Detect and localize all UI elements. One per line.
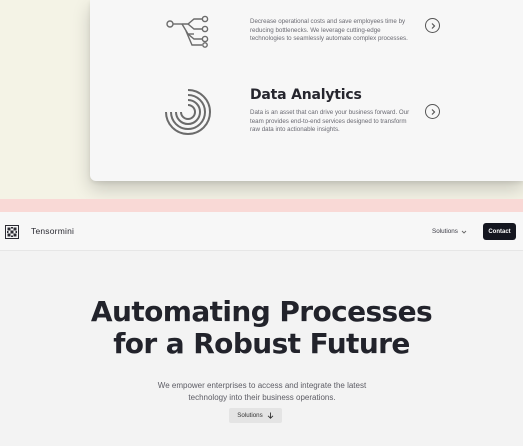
feature-arrow-button[interactable] bbox=[425, 104, 440, 119]
feature-description: Data is an asset that can drive your bus… bbox=[250, 109, 410, 134]
hero-title-line-2: for a Robust Future bbox=[113, 327, 410, 360]
feature-arrow-button[interactable] bbox=[425, 18, 440, 33]
hero-solutions-button[interactable]: Solutions bbox=[229, 408, 282, 423]
nav-solutions-label: Solutions bbox=[432, 228, 458, 235]
logo-icon[interactable] bbox=[5, 225, 19, 239]
feature-row-data-analytics: Data Analytics Data is an asset that can… bbox=[90, 80, 523, 140]
landing-page: Tensormini Solutions Contact Automating … bbox=[0, 212, 523, 446]
chevron-right-icon bbox=[431, 22, 435, 29]
navbar: Tensormini Solutions Contact bbox=[0, 212, 523, 251]
pink-divider-band bbox=[0, 199, 523, 212]
feature-description: Decrease operational costs and save empl… bbox=[250, 18, 408, 43]
chevron-down-icon bbox=[461, 230, 467, 234]
hero-solutions-label: Solutions bbox=[237, 412, 263, 419]
nav-solutions-dropdown[interactable]: Solutions bbox=[432, 228, 467, 235]
hero-title: Automating Processes for a Robust Future bbox=[0, 296, 523, 360]
brand-name[interactable]: Tensormini bbox=[31, 226, 74, 236]
features-card: Decrease operational costs and save empl… bbox=[90, 0, 523, 181]
network-nodes-icon bbox=[164, 15, 212, 54]
chevron-right-icon bbox=[431, 108, 435, 115]
hero-subtitle: We empower enterprises to access and int… bbox=[157, 381, 367, 402]
contact-button[interactable]: Contact bbox=[483, 223, 516, 240]
feature-row-automation: Decrease operational costs and save empl… bbox=[90, 0, 523, 70]
feature-title: Data Analytics bbox=[250, 87, 362, 103]
hero-title-line-1: Automating Processes bbox=[90, 295, 433, 328]
concentric-arcs-icon bbox=[164, 86, 212, 141]
arrow-down-icon bbox=[267, 412, 274, 419]
